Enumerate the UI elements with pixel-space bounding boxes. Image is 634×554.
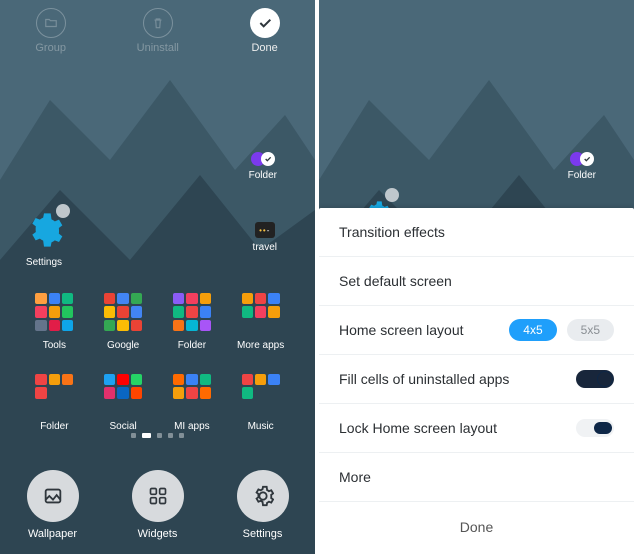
app-grid: Tools Google Folder More apps Folder Soc…	[20, 290, 295, 432]
check-icon	[583, 155, 591, 163]
folder-more-apps[interactable]: More apps	[226, 290, 295, 351]
travel-label: travel	[253, 242, 277, 253]
row-label: Fill cells of uninstalled apps	[339, 371, 509, 387]
settings-label: Settings	[26, 257, 62, 268]
travel-icon: ••-	[255, 222, 275, 238]
grid-label: Folder	[178, 340, 206, 351]
grid-label: Tools	[43, 340, 66, 351]
row-lock-layout: Lock Home screen layout	[319, 404, 634, 453]
row-label: Home screen layout	[339, 322, 464, 338]
trash-icon	[151, 16, 165, 30]
folder-music[interactable]: Music	[226, 371, 295, 432]
grid-label: Music	[248, 421, 274, 432]
widgets-label: Widgets	[138, 528, 178, 540]
toggle-lock-layout[interactable]	[576, 419, 614, 437]
toggle-fill-cells[interactable]	[576, 370, 614, 388]
grid-label: Folder	[40, 421, 68, 432]
row-fill-cells: Fill cells of uninstalled apps	[319, 355, 634, 404]
gear-icon	[252, 485, 274, 507]
layout-5x5[interactable]: 5x5	[567, 319, 614, 341]
folder-label: Folder	[568, 170, 596, 181]
done-label: Done	[251, 42, 277, 54]
grid-label: Social	[110, 421, 137, 432]
row-label: Set default screen	[339, 273, 452, 289]
selection-badge	[56, 204, 70, 218]
edit-topbar: Group Uninstall Done	[0, 8, 315, 56]
home-settings-sheet: Transition effects Set default screen Ho…	[319, 208, 634, 554]
folder-app[interactable]: Folder	[249, 150, 277, 181]
group-label: Group	[35, 42, 66, 54]
folder-icon	[44, 16, 58, 30]
settings-button[interactable]: Settings	[237, 470, 289, 540]
row-default-screen[interactable]: Set default screen	[319, 257, 634, 306]
row-more[interactable]: More	[319, 453, 634, 502]
folder-google[interactable]: Google	[89, 290, 158, 351]
folder-folder[interactable]: Folder	[158, 290, 227, 351]
settings-app-selected[interactable]: Settings	[24, 210, 64, 268]
row-label: Transition effects	[339, 224, 445, 240]
wallpaper-button[interactable]: Wallpaper	[27, 470, 79, 540]
page-indicator	[0, 433, 315, 438]
editor-actions: Wallpaper Widgets Settings	[0, 470, 315, 540]
row-label: More	[339, 469, 371, 485]
row-label: Lock Home screen layout	[339, 420, 497, 436]
sheet-done[interactable]: Done	[319, 502, 634, 551]
row-transition[interactable]: Transition effects	[319, 208, 634, 257]
folder-social[interactable]: Social	[89, 371, 158, 432]
group-button[interactable]: Group	[35, 8, 66, 56]
folder-app[interactable]: Folder	[568, 150, 596, 181]
home-settings-screen: Folder Transition effects Set default sc…	[319, 0, 634, 554]
settings-label: Settings	[243, 528, 283, 540]
home-editor-screen: Group Uninstall Done Folder	[0, 0, 315, 554]
row-layout: Home screen layout 4x5 5x5	[319, 306, 634, 355]
uninstall-button[interactable]: Uninstall	[137, 8, 179, 56]
layout-4x5[interactable]: 4x5	[509, 319, 556, 341]
grid-label: More apps	[237, 340, 284, 351]
grid-label: Google	[107, 340, 139, 351]
folder-label: Folder	[249, 170, 277, 181]
image-icon	[42, 485, 64, 507]
done-button[interactable]: Done	[250, 8, 280, 56]
grid-label: MI apps	[174, 421, 210, 432]
travel-app[interactable]: ••- travel	[253, 222, 277, 253]
wallpaper-label: Wallpaper	[28, 528, 77, 540]
folder-tools[interactable]: Tools	[20, 290, 89, 351]
check-icon	[264, 155, 272, 163]
folder-mi-apps[interactable]: MI apps	[158, 371, 227, 432]
widgets-icon	[148, 486, 168, 506]
check-icon	[257, 15, 273, 31]
uninstall-label: Uninstall	[137, 42, 179, 54]
done-label: Done	[460, 519, 493, 535]
widgets-button[interactable]: Widgets	[132, 470, 184, 540]
folder-folder2[interactable]: Folder	[20, 371, 89, 432]
